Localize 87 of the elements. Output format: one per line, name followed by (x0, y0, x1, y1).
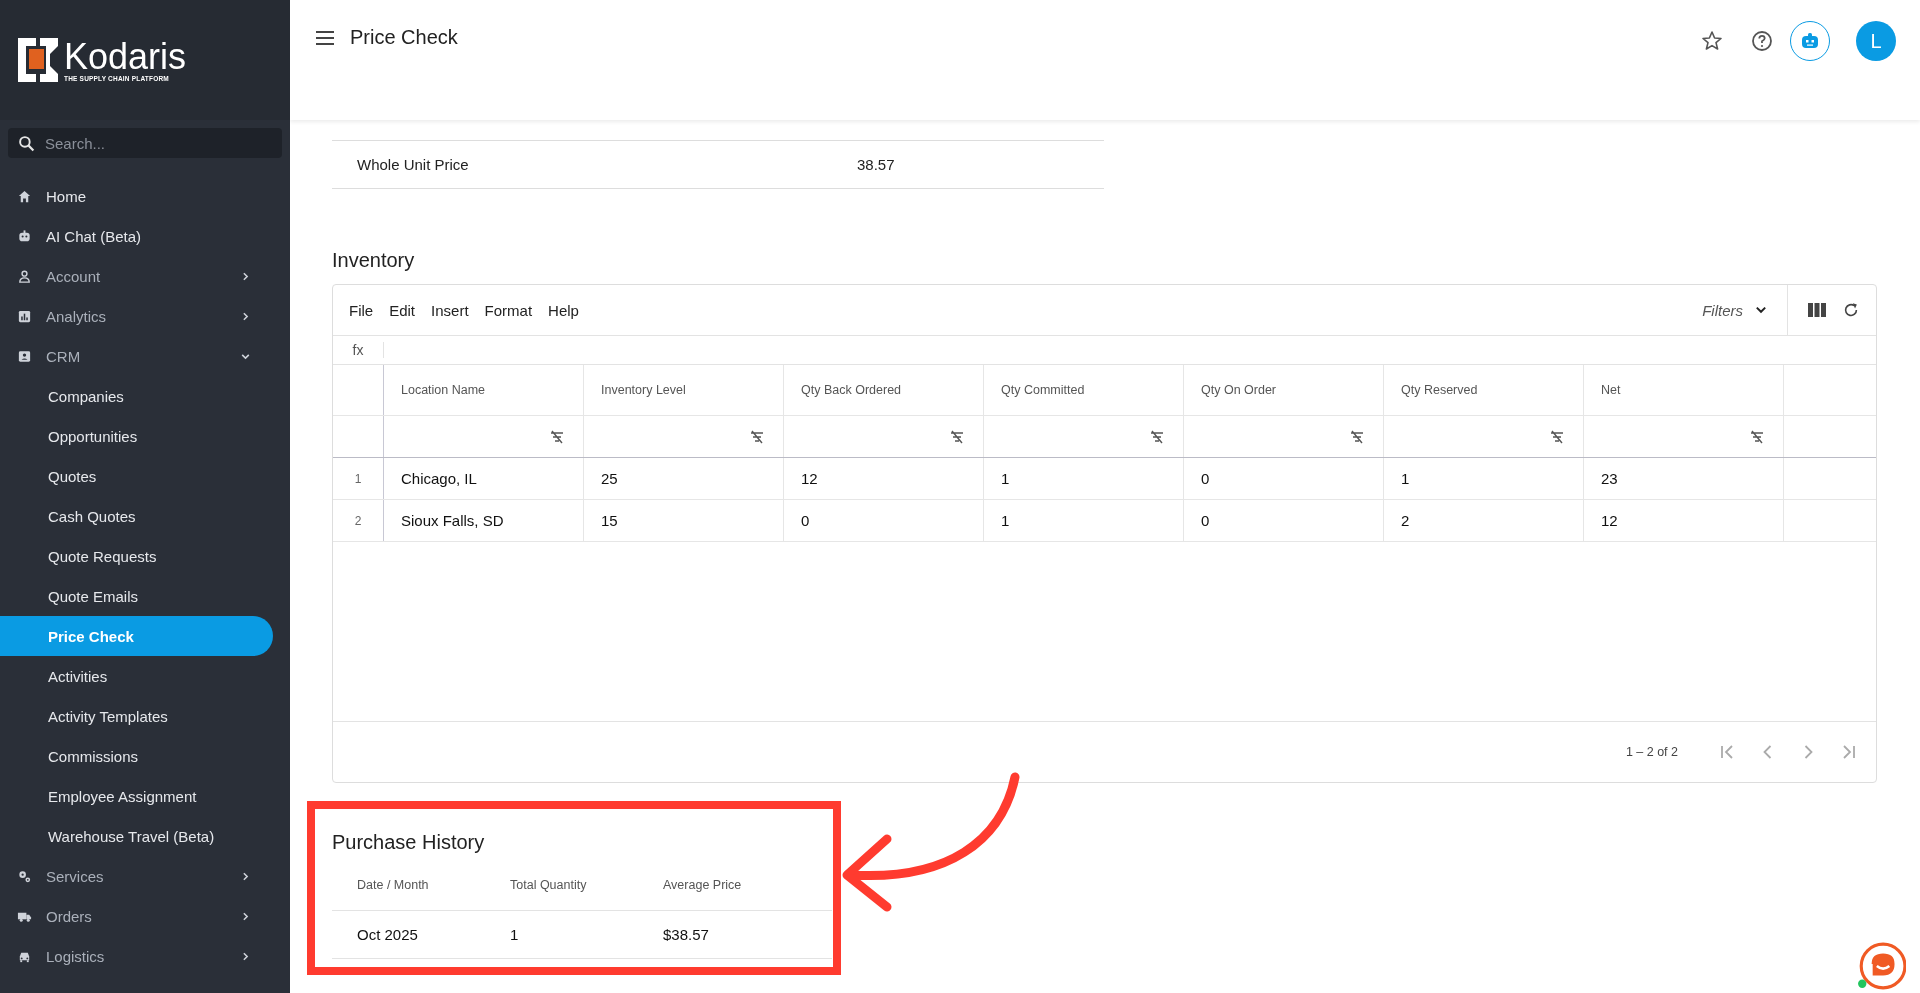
nav-item[interactable]: Analytics (0, 296, 273, 336)
menu-item[interactable]: Format (484, 301, 533, 319)
caret-icon (1755, 304, 1767, 316)
table-cell: 0 (1184, 500, 1384, 541)
page-title: Price Check (350, 26, 458, 49)
table-cell: 15 (584, 500, 784, 541)
nav-item[interactable]: Home (0, 176, 273, 216)
table-cell: 1 (1384, 458, 1584, 499)
column-header: Total Quantity (509, 878, 588, 892)
robot-icon (17, 228, 32, 244)
column-header[interactable]: Qty Committed (984, 365, 1184, 415)
column-header: Date / Month (356, 878, 430, 892)
column-header[interactable]: Qty Back Ordered (784, 365, 984, 415)
table-cell: 12 (784, 458, 984, 499)
nav-item[interactable]: Logistics (0, 936, 273, 976)
help-icon[interactable] (1750, 29, 1774, 53)
person-icon (17, 268, 32, 284)
filter-off-icon[interactable] (1549, 428, 1565, 445)
card-icon (17, 348, 32, 364)
menu-item[interactable]: Help (548, 301, 579, 319)
table-cell: 0 (1184, 458, 1384, 499)
filter-off-icon[interactable] (1749, 428, 1765, 445)
property-value: 38.57 (857, 156, 895, 173)
filter-off-icon[interactable] (549, 428, 565, 445)
column-header: Average Price (662, 878, 743, 892)
table-cell: 0 (784, 500, 984, 541)
search-icon (18, 135, 35, 152)
filter-off-icon[interactable] (1349, 428, 1365, 445)
section-title: Inventory (332, 249, 416, 272)
formula-label: fx (333, 342, 384, 358)
menu-item[interactable]: File (349, 301, 374, 319)
row-number: 2 (333, 500, 384, 541)
nav-item[interactable]: CRM (0, 336, 273, 376)
nav-item[interactable]: Cash Quotes (0, 496, 273, 536)
nav-item[interactable]: Account (0, 256, 273, 296)
table-cell: 23 (1584, 458, 1784, 499)
gears-icon (17, 868, 32, 884)
column-header[interactable]: Net (1584, 365, 1784, 415)
nav-item[interactable]: Commissions (0, 736, 273, 776)
table-cell: 1 (984, 458, 1184, 499)
table-cell: 1 (984, 500, 1184, 541)
logo-icon (18, 38, 58, 82)
ai-assistant-button[interactable] (1790, 21, 1830, 61)
property-label: Whole Unit Price (356, 156, 470, 173)
nav-item[interactable]: AI Chat (Beta) (0, 216, 273, 256)
nav-item[interactable]: Activities (0, 656, 273, 696)
menu-item[interactable]: Insert (431, 301, 469, 319)
chart-icon (17, 308, 32, 324)
nav-item[interactable]: Activity Templates (0, 696, 273, 736)
refresh-icon[interactable] (1842, 301, 1860, 319)
filter-off-icon[interactable] (1149, 428, 1165, 445)
table-cell-text: Oct 2025 (356, 926, 419, 943)
star-icon[interactable] (1700, 29, 1724, 53)
chat-bubble-icon[interactable] (1856, 941, 1906, 991)
pagination-range: 1 – 2 of 2 (1625, 745, 1678, 759)
filters-dropdown[interactable]: Filters (1702, 301, 1767, 319)
nav-item[interactable]: Quote Requests (0, 536, 273, 576)
nav-item[interactable]: Companies (0, 376, 273, 416)
brand-name: Kodaris (64, 38, 187, 75)
filter-off-icon[interactable] (949, 428, 965, 445)
search-field[interactable]: Search... (8, 128, 282, 158)
nav-item[interactable]: Opportunities (0, 416, 273, 456)
column-header[interactable]: Qty On Order (1184, 365, 1384, 415)
nav-item[interactable]: Warehouse Travel (Beta) (0, 816, 273, 856)
column-header[interactable]: Inventory Level (584, 365, 784, 415)
nav-item[interactable]: Employee Assignment (0, 776, 273, 816)
menu-item[interactable]: Edit (389, 301, 416, 319)
table-cell: 2 (1384, 500, 1584, 541)
filter-off-icon[interactable] (749, 428, 765, 445)
table-cell: Sioux Falls, SD (384, 500, 584, 541)
menu-icon[interactable] (316, 31, 334, 45)
column-header[interactable]: Qty Reserved (1384, 365, 1584, 415)
nav-item[interactable]: Quotes (0, 456, 273, 496)
section-title: Purchase History (332, 831, 486, 854)
table-cell-text: $38.57 (662, 926, 710, 943)
robot-icon (1800, 31, 1820, 51)
table-cell: 12 (1584, 500, 1784, 541)
table-cell-text: 1 (509, 926, 520, 943)
nav-item[interactable]: Services (0, 856, 273, 896)
table-cell: Chicago, IL (384, 458, 584, 499)
row-number: 1 (333, 458, 384, 499)
nav-item[interactable]: Quote Emails (0, 576, 273, 616)
table-cell: 25 (584, 458, 784, 499)
column-header[interactable]: Location Name (384, 365, 584, 415)
home-icon (17, 188, 32, 204)
columns-icon[interactable] (1808, 301, 1826, 319)
nav-item[interactable]: Orders (0, 896, 273, 936)
